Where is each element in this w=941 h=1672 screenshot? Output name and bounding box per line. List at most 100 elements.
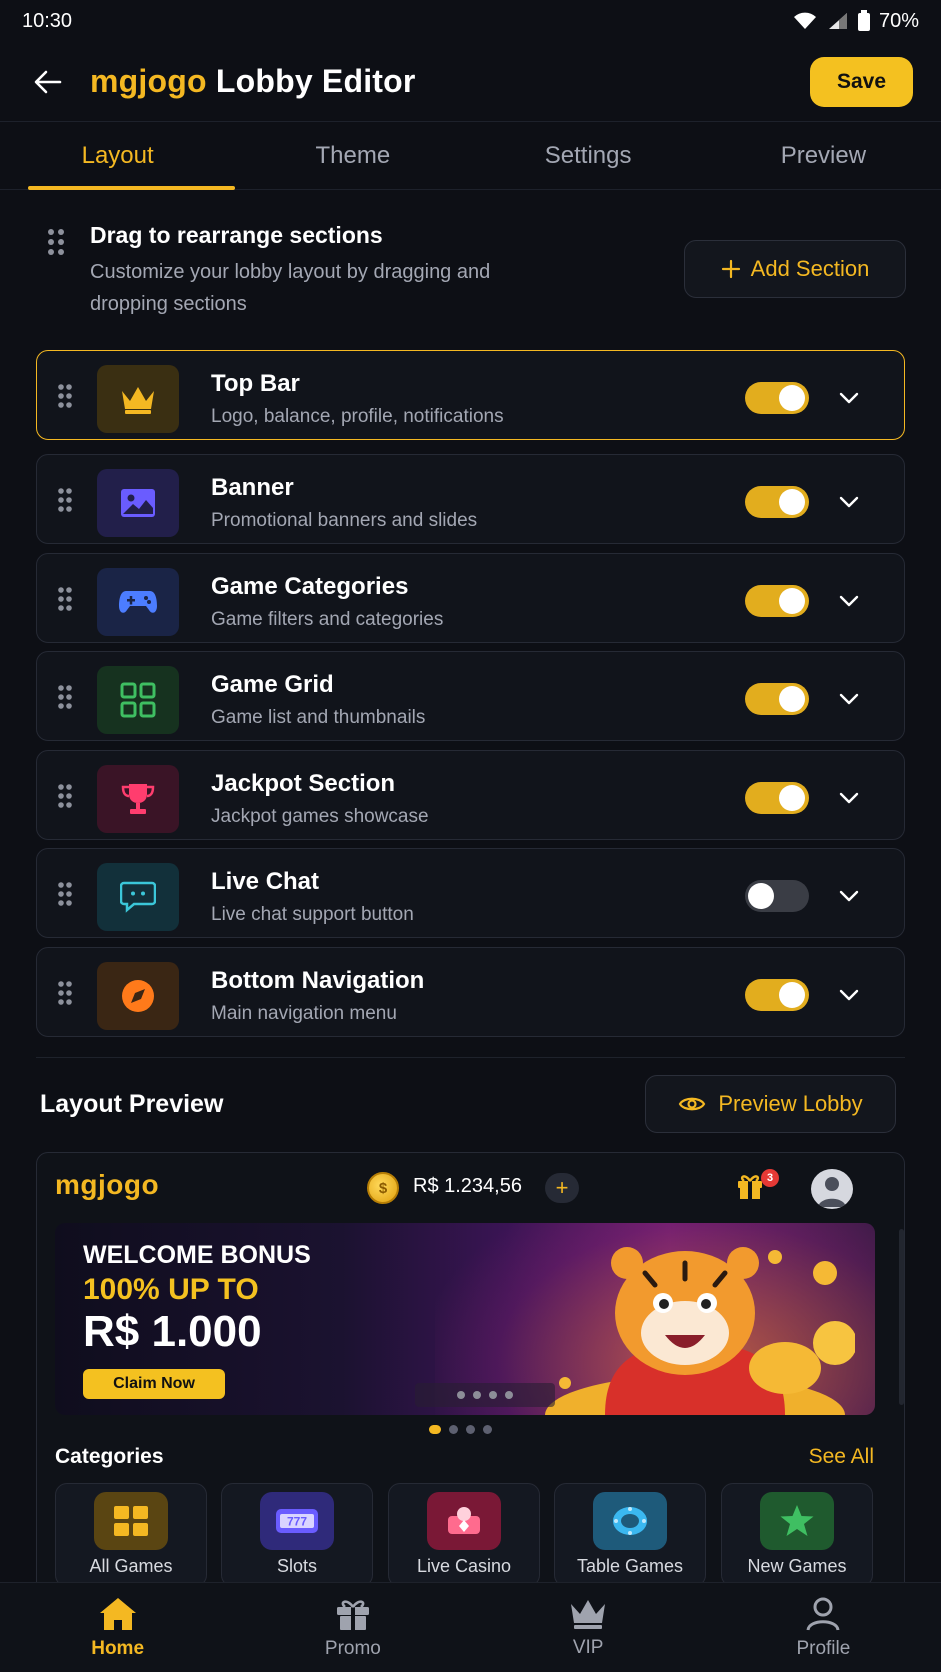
crown-icon <box>122 387 154 414</box>
drag-handle-icon[interactable] <box>57 684 73 710</box>
save-button[interactable]: Save <box>810 56 913 107</box>
drag-handle-icon <box>48 229 64 255</box>
promo-banner[interactable]: WELCOME BONUS 100% UP TO R$ 1.000 Claim … <box>55 1223 875 1415</box>
drag-handle-icon[interactable] <box>57 783 73 809</box>
banner-pagination[interactable] <box>429 1425 492 1434</box>
category-label: All Games <box>89 1556 173 1576</box>
add-section-button[interactable]: Add Section <box>684 240 906 298</box>
pagination-dot[interactable] <box>483 1425 492 1434</box>
tab-settings[interactable]: Settings <box>471 122 706 189</box>
category-all-games[interactable]: All Games <box>55 1483 207 1587</box>
live-dealer-icon <box>448 1507 480 1534</box>
chevron-down-icon[interactable] <box>837 386 861 410</box>
chevron-down-icon[interactable] <box>837 786 861 810</box>
plus-icon <box>721 259 740 279</box>
category-slots[interactable]: 777 Slots <box>221 1483 373 1587</box>
wifi-icon <box>793 12 816 29</box>
coin-icon: $ <box>367 1172 399 1204</box>
section-toggle[interactable] <box>745 683 809 715</box>
nav-profile-label: Profile <box>796 1637 851 1659</box>
section-icon-box <box>97 962 179 1030</box>
drag-handle-icon[interactable] <box>57 586 73 612</box>
app-header: mgjogo Lobby Editor Save <box>0 42 941 122</box>
nav-promo[interactable]: Promo <box>235 1583 470 1672</box>
star-icon <box>780 1505 814 1536</box>
section-toggle[interactable] <box>745 382 809 414</box>
pagination-dot[interactable] <box>449 1425 458 1434</box>
section-icon-box <box>97 469 179 537</box>
page-title-text: Lobby Editor <box>215 63 416 99</box>
banner-subheadline: 100% UP TO <box>83 1273 259 1306</box>
banner-inner-pagination <box>415 1383 555 1407</box>
status-icons: 70% <box>793 10 919 33</box>
section-row-top-bar[interactable]: Top Bar Logo, balance, profile, notifica… <box>36 350 905 440</box>
poker-chip-icon <box>613 1507 647 1535</box>
tab-layout[interactable]: Layout <box>0 122 236 190</box>
brand-name: mgjogo <box>90 63 207 99</box>
banner-amount: R$ 1.000 <box>83 1307 262 1356</box>
category-new-games[interactable]: New Games <box>721 1483 873 1587</box>
grid-icon <box>114 1506 148 1536</box>
section-row-banner[interactable]: Banner Promotional banners and slides <box>36 454 905 544</box>
notification-badge: 3 <box>761 1169 779 1187</box>
nav-profile[interactable]: Profile <box>706 1583 941 1672</box>
nav-promo-label: Promo <box>324 1637 381 1659</box>
section-row-game-grid[interactable]: Game Grid Game list and thumbnails <box>36 651 905 741</box>
tab-bar: Layout Theme Settings Preview <box>0 122 941 190</box>
avatar[interactable] <box>811 1169 853 1209</box>
tab-theme[interactable]: Theme <box>235 122 470 189</box>
category-label: Slots <box>276 1556 318 1576</box>
section-subtitle: Game filters and categories <box>211 609 444 630</box>
section-row-live-chat[interactable]: Live Chat Live chat support button <box>36 848 905 938</box>
drag-handle-icon[interactable] <box>57 881 73 907</box>
section-title: Live Chat <box>211 868 320 895</box>
chevron-down-icon[interactable] <box>837 589 861 613</box>
category-icon-box <box>427 1492 501 1550</box>
section-row-jackpot[interactable]: Jackpot Section Jackpot games showcase <box>36 750 905 840</box>
drag-handle-icon[interactable] <box>57 980 73 1006</box>
section-subtitle: Game list and thumbnails <box>211 707 426 728</box>
category-icon-box <box>94 1492 168 1550</box>
chevron-down-icon[interactable] <box>837 490 861 514</box>
section-toggle[interactable] <box>745 585 809 617</box>
chevron-down-icon[interactable] <box>837 983 861 1007</box>
section-toggle[interactable] <box>745 486 809 518</box>
drag-handle-icon[interactable] <box>57 383 73 409</box>
layout-preview-title: Layout Preview <box>40 1090 224 1118</box>
section-row-game-categories[interactable]: Game Categories Game filters and categor… <box>36 553 905 643</box>
pagination-dot-active[interactable] <box>429 1425 441 1434</box>
section-icon-box <box>97 568 179 636</box>
see-all-link[interactable]: See All <box>809 1445 874 1469</box>
section-toggle[interactable] <box>745 782 809 814</box>
bottom-navigation: Home Promo VIP Profile <box>0 1582 941 1672</box>
chevron-down-icon[interactable] <box>837 884 861 908</box>
status-bar: 10:30 70% <box>0 0 941 42</box>
category-table-games[interactable]: Table Games <box>554 1483 706 1587</box>
tiger-mascot-illustration <box>545 1247 855 1415</box>
pagination-dot[interactable] <box>466 1425 475 1434</box>
section-toggle[interactable] <box>745 979 809 1011</box>
category-label: Table Games <box>576 1556 684 1576</box>
section-toggle[interactable] <box>745 880 809 912</box>
claim-now-button[interactable]: Claim Now <box>83 1369 225 1399</box>
tab-preview[interactable]: Preview <box>706 122 941 189</box>
nav-vip[interactable]: VIP <box>471 1583 706 1672</box>
section-icon-box <box>97 863 179 931</box>
slot-machine-icon: 777 <box>276 1509 318 1533</box>
section-row-bottom-navigation[interactable]: Bottom Navigation Main navigation menu <box>36 947 905 1037</box>
home-icon <box>99 1597 136 1630</box>
category-live-casino[interactable]: Live Casino <box>388 1483 540 1587</box>
chevron-down-icon[interactable] <box>837 687 861 711</box>
nav-home-label: Home <box>91 1637 145 1659</box>
preview-lobby-button[interactable]: Preview Lobby <box>645 1075 896 1133</box>
category-label: New Games <box>747 1556 847 1576</box>
user-avatar-icon <box>818 1177 846 1207</box>
preview-scrollbar[interactable] <box>899 1229 904 1405</box>
nav-home[interactable]: Home <box>0 1583 235 1672</box>
drag-handle-icon[interactable] <box>57 487 73 513</box>
deposit-plus-button[interactable]: + <box>545 1173 579 1203</box>
section-icon-box <box>97 666 179 734</box>
categories-title: Categories <box>55 1445 164 1468</box>
section-subtitle: Main navigation menu <box>211 1003 397 1024</box>
back-button[interactable] <box>28 62 68 102</box>
